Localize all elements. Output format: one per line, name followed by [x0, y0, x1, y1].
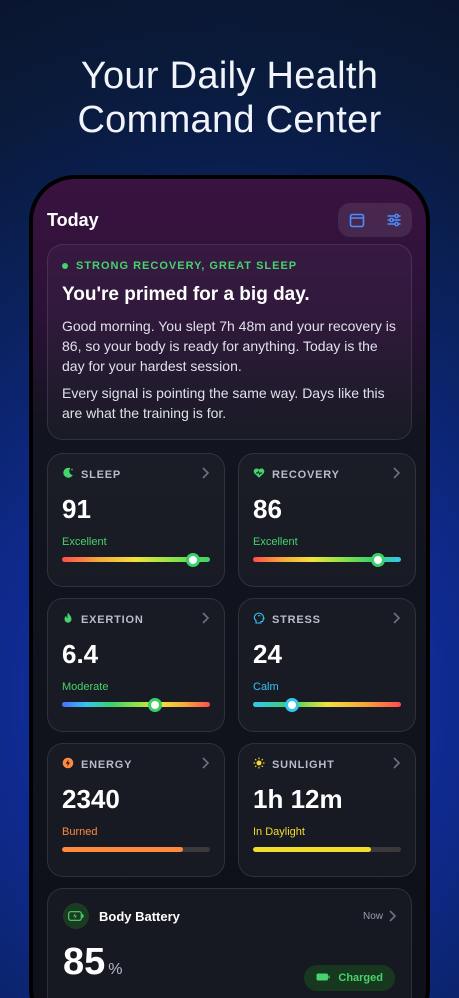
- recovery-value: 86: [253, 494, 282, 524]
- stress-gauge-knob: [285, 697, 299, 712]
- sleep-label: SLEEP: [81, 468, 122, 481]
- sleep-status: Excellent: [62, 536, 107, 548]
- chevron-right-icon: [393, 467, 401, 479]
- chevron-right-icon: [202, 612, 210, 624]
- energy-progress: [62, 847, 210, 852]
- exertion-gauge-knob: [148, 697, 162, 712]
- summary-tag: STRONG RECOVERY, GREAT SLEEP: [62, 260, 397, 272]
- bolt-coin-icon: [62, 757, 74, 772]
- calendar-icon[interactable]: [345, 208, 369, 232]
- body-battery-title: Body Battery: [99, 908, 180, 924]
- body-battery-value: 85: [63, 941, 106, 983]
- sun-icon: [253, 757, 265, 772]
- exertion-label: EXERTION: [81, 613, 144, 626]
- moon-icon: [62, 467, 74, 482]
- top-actions: [338, 203, 412, 237]
- body-battery-card[interactable]: Body Battery Now 85 % Charged: [47, 888, 412, 998]
- sunlight-status: In Daylight: [253, 826, 305, 838]
- energy-card[interactable]: ENERGY 2340 Burned: [47, 743, 225, 877]
- energy-label: ENERGY: [81, 758, 133, 771]
- stress-card[interactable]: STRESS 24 Calm: [238, 598, 416, 732]
- exertion-status: Moderate: [62, 681, 109, 693]
- stress-status: Calm: [253, 681, 279, 693]
- recovery-card-header: RECOVERY: [253, 467, 401, 482]
- energy-value: 2340: [62, 784, 120, 814]
- exertion-card-header: EXERTION: [62, 612, 210, 627]
- body-battery-time: Now: [362, 911, 383, 922]
- chevron-right-icon: [393, 757, 401, 769]
- sunlight-value: 1h 12m: [253, 784, 343, 814]
- energy-card-header: ENERGY: [62, 757, 210, 772]
- sleep-value: 91: [62, 494, 91, 524]
- recovery-label: RECOVERY: [272, 468, 340, 481]
- summary-paragraph-2: Every signal is pointing the same way. D…: [62, 385, 385, 421]
- sleep-gauge-knob: [185, 552, 200, 567]
- sunlight-progress-fill: [253, 847, 372, 852]
- stress-value: 24: [253, 639, 282, 669]
- recovery-card[interactable]: RECOVERY 86 Excellent: [238, 453, 416, 587]
- headline-line-2: Command Center: [77, 99, 382, 141]
- battery-icon: [63, 903, 89, 929]
- chevron-right-icon: [202, 757, 210, 769]
- phone-frame: Today STRONG RECOVERY, GREAT SLEEP You'r…: [29, 175, 430, 998]
- chevron-right-icon: [389, 910, 397, 922]
- summary-tag-label: STRONG RECOVERY, GREAT SLEEP: [76, 260, 298, 272]
- phone-screen: Today STRONG RECOVERY, GREAT SLEEP You'r…: [33, 179, 426, 998]
- page-title: Today: [47, 209, 99, 230]
- headline: Your Daily Health Command Center: [0, 54, 459, 142]
- energy-status: Burned: [62, 826, 98, 838]
- body-battery-unit: %: [108, 961, 123, 978]
- battery-charging-icon: [316, 972, 330, 984]
- summary-paragraph-1: Good morning. You slept 7h 48m and your …: [62, 318, 396, 374]
- chevron-right-icon: [202, 467, 210, 479]
- stress-gauge: [253, 702, 401, 707]
- charged-label: Charged: [338, 972, 383, 984]
- body-battery-header: Body Battery: [63, 903, 396, 929]
- charged-badge: Charged: [304, 965, 395, 991]
- sunlight-card[interactable]: SUNLIGHT 1h 12m In Daylight: [238, 743, 416, 877]
- top-bar: Today: [47, 203, 412, 237]
- stress-card-header: STRESS: [253, 612, 401, 627]
- flame-icon: [62, 612, 74, 627]
- sleep-card[interactable]: SLEEP 91 Excellent: [47, 453, 225, 587]
- exertion-card[interactable]: EXERTION 6.4 Moderate: [47, 598, 225, 732]
- sunlight-progress: [253, 847, 401, 852]
- sleep-card-header: SLEEP: [62, 467, 210, 482]
- recovery-status: Excellent: [253, 536, 298, 548]
- head-icon: [253, 612, 265, 627]
- summary-title: You're primed for a big day.: [62, 284, 310, 305]
- status-dot: [62, 263, 68, 269]
- recovery-gauge-knob: [370, 552, 385, 567]
- summary-card: STRONG RECOVERY, GREAT SLEEP You're prim…: [47, 244, 412, 440]
- sunlight-label: SUNLIGHT: [272, 758, 335, 771]
- exertion-value: 6.4: [62, 639, 99, 669]
- sliders-icon[interactable]: [382, 208, 406, 232]
- energy-progress-fill: [62, 847, 184, 852]
- chevron-right-icon: [393, 612, 401, 624]
- sunlight-card-header: SUNLIGHT: [253, 757, 401, 772]
- stress-label: STRESS: [272, 613, 321, 626]
- heart-icon: [253, 467, 265, 482]
- headline-line-1: Your Daily Health: [80, 55, 379, 97]
- exertion-gauge: [62, 702, 210, 707]
